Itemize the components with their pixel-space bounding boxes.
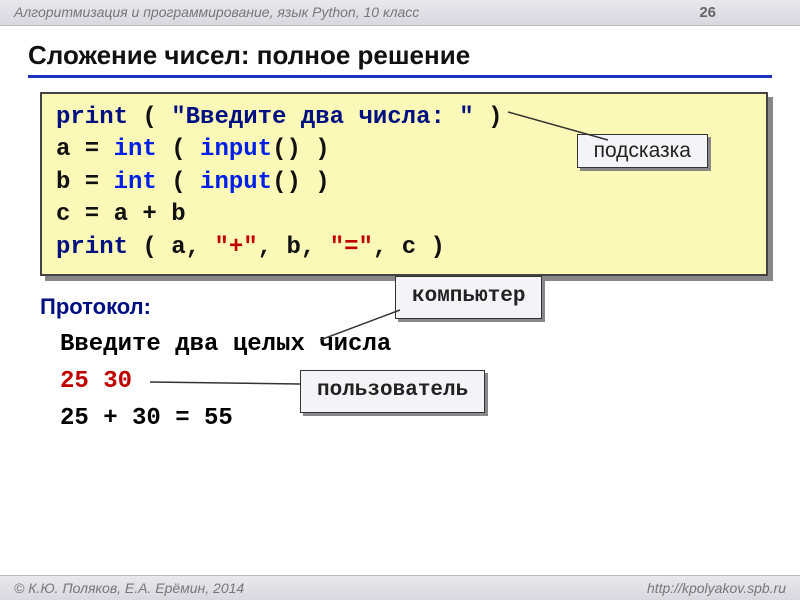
keyword-input: input bbox=[200, 169, 272, 196]
string-literal: "=" bbox=[330, 234, 373, 261]
code-block-wrap: print ( "Введите два числа: " ) a = int … bbox=[40, 92, 768, 276]
paren: ) bbox=[474, 104, 503, 131]
slide-header: Алгоритмизация и программирование, язык … bbox=[0, 0, 800, 26]
slide-footer: © К.Ю. Поляков, Е.А. Ерёмин, 2014 http:/… bbox=[0, 575, 800, 600]
paren: ( bbox=[157, 136, 200, 163]
paren: () ) bbox=[272, 136, 330, 163]
page-number: 26 bbox=[699, 4, 786, 21]
paren: ( bbox=[157, 169, 200, 196]
code-line-5: print ( a, "+", b, "=", c ) bbox=[56, 232, 752, 264]
keyword-int: int bbox=[114, 169, 157, 196]
keyword-input: input bbox=[200, 136, 272, 163]
code-line-4: c = a + b bbox=[56, 199, 752, 231]
paren: ( bbox=[128, 234, 171, 261]
paren: ) bbox=[431, 234, 445, 261]
code-line-1: print ( "Введите два числа: " ) bbox=[56, 102, 752, 134]
arg: a, bbox=[171, 234, 214, 261]
protocol-block: Введите два целых числа 25 30 25 + 30 = … bbox=[60, 326, 760, 438]
string-literal: "Введите два числа: " bbox=[171, 104, 473, 131]
callout-user: пользователь bbox=[300, 370, 485, 413]
lhs: b = bbox=[56, 169, 114, 196]
keyword-print: print bbox=[56, 234, 128, 261]
code-line-3: b = int ( input() ) bbox=[56, 167, 752, 199]
keyword-int: int bbox=[114, 136, 157, 163]
footer-url: http://kpolyakov.spb.ru bbox=[647, 580, 786, 596]
slide-title: Сложение чисел: полное решение bbox=[28, 40, 772, 78]
callout-computer: компьютер bbox=[395, 276, 542, 319]
keyword-print: print bbox=[56, 104, 128, 131]
code-block: print ( "Введите два числа: " ) a = int … bbox=[40, 92, 768, 276]
paren: () ) bbox=[272, 169, 330, 196]
course-title: Алгоритмизация и программирование, язык … bbox=[14, 4, 419, 21]
callout-hint: подсказка bbox=[577, 134, 708, 168]
string-literal: "+" bbox=[214, 234, 257, 261]
arg: , b, bbox=[258, 234, 330, 261]
protocol-line-1: Введите два целых числа bbox=[60, 326, 760, 363]
footer-copyright: © К.Ю. Поляков, Е.А. Ерёмин, 2014 bbox=[14, 580, 244, 596]
paren: ( bbox=[128, 104, 171, 131]
arg: , c bbox=[373, 234, 431, 261]
lhs: a = bbox=[56, 136, 114, 163]
